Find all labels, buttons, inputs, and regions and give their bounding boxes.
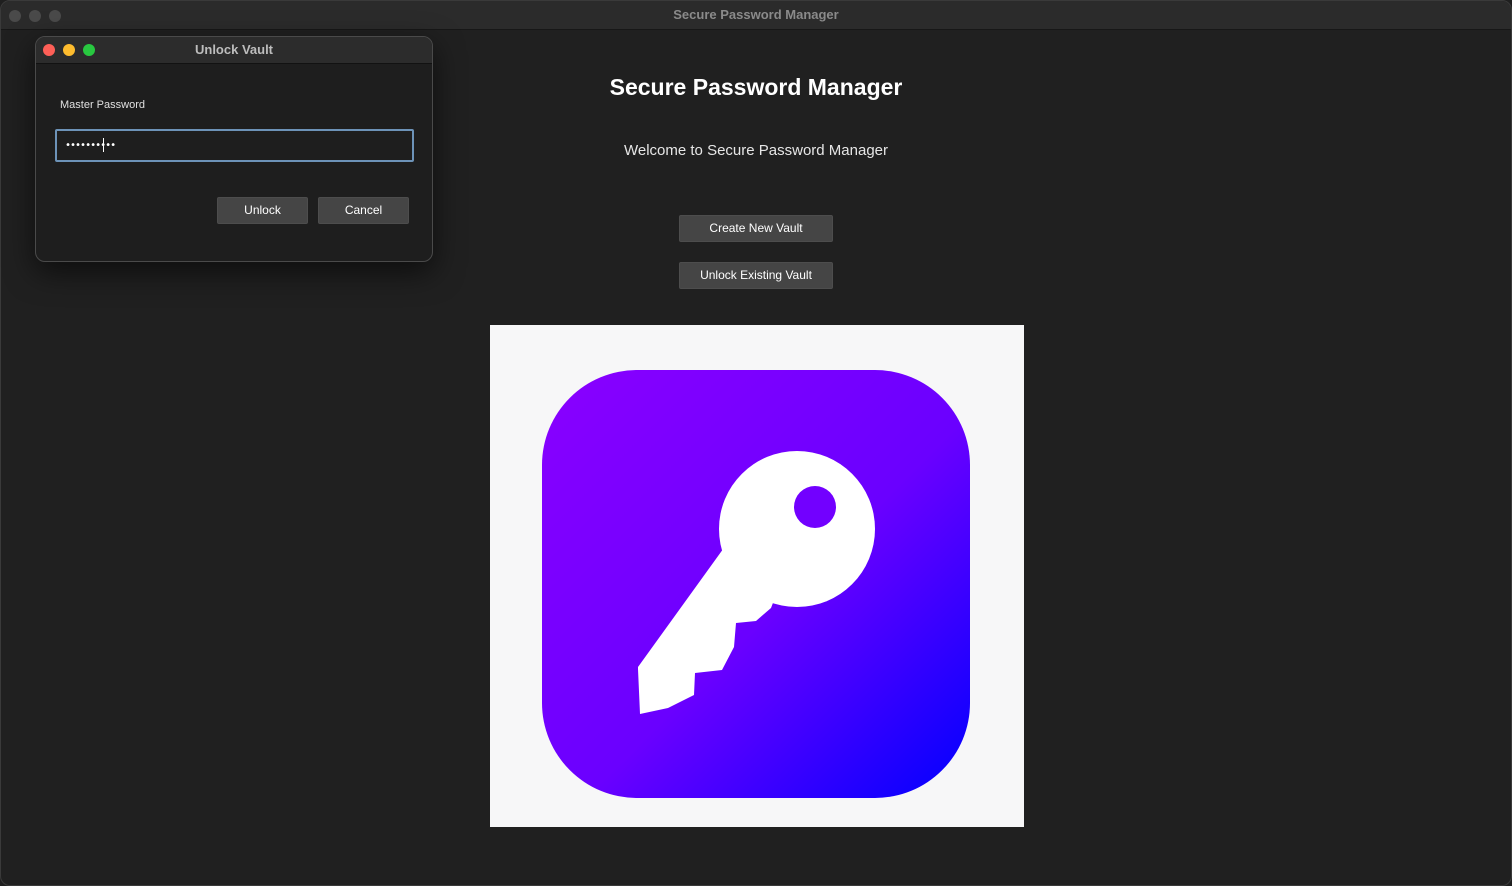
text-caret bbox=[103, 138, 104, 152]
master-password-input[interactable] bbox=[55, 129, 414, 162]
create-new-vault-button[interactable]: Create New Vault bbox=[679, 215, 833, 242]
unlock-existing-vault-button[interactable]: Unlock Existing Vault bbox=[679, 262, 833, 289]
master-password-label: Master Password bbox=[60, 99, 145, 111]
unlock-vault-dialog: Unlock Vault Master Password Unlock Canc… bbox=[35, 36, 433, 262]
key-icon bbox=[542, 370, 970, 798]
key-hole bbox=[794, 486, 836, 528]
app-logo bbox=[490, 325, 1024, 827]
window-titlebar[interactable]: Secure Password Manager bbox=[1, 1, 1511, 30]
dialog-titlebar[interactable]: Unlock Vault bbox=[36, 37, 432, 64]
cancel-button[interactable]: Cancel bbox=[318, 197, 409, 224]
unlock-button[interactable]: Unlock bbox=[217, 197, 308, 224]
window-title: Secure Password Manager bbox=[673, 7, 839, 22]
dialog-title: Unlock Vault bbox=[194, 42, 274, 57]
